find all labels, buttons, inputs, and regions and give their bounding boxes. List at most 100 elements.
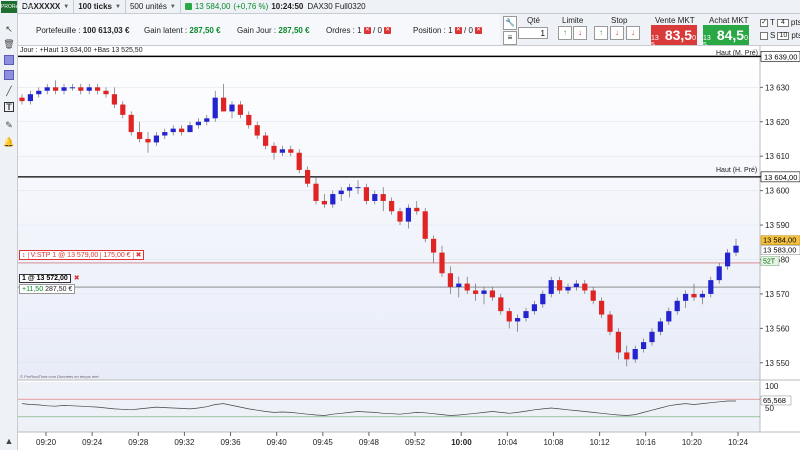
trash-icon[interactable]: 🗑 <box>3 39 14 49</box>
interval-selector[interactable]: 100 ticks ▼ <box>74 0 126 14</box>
limit-buy-icon[interactable]: ↑ <box>558 26 572 40</box>
stop-trail-icon[interactable]: ↓ <box>626 26 640 40</box>
option-t-checkbox[interactable]: ✓ <box>760 18 768 27</box>
candle-body <box>624 352 630 360</box>
candle-body <box>36 90 42 95</box>
stop-order-drag-icon[interactable]: ↕ <box>20 251 29 259</box>
osc-tick-label: 50 <box>765 404 774 413</box>
y-tick-label: 13 560 <box>765 324 790 333</box>
cancel-stop-icon[interactable]: ✖ <box>134 251 144 259</box>
candle-body <box>355 187 361 189</box>
candle-body <box>716 266 722 281</box>
candle-body <box>573 283 580 288</box>
candle-body <box>19 97 25 102</box>
close-position-icon[interactable]: ✕ <box>475 27 483 35</box>
candle-body <box>246 114 252 126</box>
candle-body <box>733 245 739 253</box>
candle-body <box>447 273 454 288</box>
stop-order-tag[interactable]: ↕ V:STP 1 @ 13 579,00 175,00 € ✖ <box>19 250 145 260</box>
candle-body <box>414 207 420 212</box>
fill-rectangle-icon[interactable] <box>4 70 14 80</box>
chevron-down-icon: ▼ <box>169 3 176 10</box>
option-s-value[interactable]: 10 <box>777 31 790 40</box>
candle-body <box>313 183 319 201</box>
limit-sell-icon[interactable]: ↓ <box>573 26 587 40</box>
cancel-orders-icon[interactable]: ✕ <box>363 27 371 35</box>
chart-background <box>18 46 760 380</box>
cancel-orders-icon[interactable]: ✕ <box>384 27 392 35</box>
candle-body <box>540 293 546 305</box>
stop-buy-icon[interactable]: ↑ <box>594 26 608 40</box>
day-range-title: Jour : +Haut 13 634,00 +Bas 13 525,50 <box>20 47 143 54</box>
candle-body <box>607 314 613 332</box>
cancel-limit-icon[interactable]: ✖ <box>71 274 83 282</box>
price-chart[interactable]: 13 639,00 13 604,00 13 630 13 620 13 610 13 … <box>18 46 800 450</box>
candle-body <box>204 118 210 122</box>
x-tick-label: 10:20 <box>682 438 703 447</box>
y-tick-label: 13 630 <box>765 83 790 92</box>
alert-bell-icon[interactable]: 🔔 <box>3 137 14 147</box>
quote-strip: 13 584,00 (+0,76 %) 10:24:50 DAX30 Full0… <box>181 0 370 14</box>
candle-body <box>220 97 227 112</box>
stop-label: Stop <box>611 16 628 25</box>
chevron-down-icon: ▼ <box>63 3 70 10</box>
candle-body <box>52 87 59 91</box>
scroll-up-icon[interactable]: ▲ <box>4 436 14 446</box>
stop-sell-icon[interactable]: ↓ <box>610 26 624 40</box>
osc-tick-label: 100 <box>765 382 779 391</box>
second-price-tag-text: 13 583,00 <box>763 246 796 255</box>
sell-market-button[interactable]: 13 5 83,5 0 <box>651 25 697 49</box>
candle-body <box>44 87 50 91</box>
orders-info[interactable]: Ordres : 1 ✕ / 0 ✕ <box>326 26 392 35</box>
units-selector[interactable]: 500 unités ▼ <box>126 0 181 14</box>
close-position-icon[interactable]: ✕ <box>454 27 462 35</box>
candle-body <box>254 125 260 136</box>
candle-body <box>481 290 487 294</box>
order-list-icon[interactable]: ≡ <box>503 31 517 45</box>
position-info[interactable]: Position : 1 ✕ / 0 ✕ <box>413 26 483 35</box>
stop-order-pnl: 175,00 € <box>101 251 134 259</box>
candle-body <box>86 87 92 91</box>
candle-body <box>430 238 437 253</box>
candle-body <box>262 135 269 146</box>
candle-body <box>271 145 277 153</box>
wrench-icon[interactable]: 🔧 <box>503 16 517 30</box>
candle-body <box>111 94 118 105</box>
y-tick-label: 13 590 <box>765 221 790 230</box>
rectangle-tool-icon[interactable] <box>4 55 14 65</box>
option-t-value[interactable]: 4 <box>776 18 789 27</box>
quantity-input[interactable] <box>518 27 548 39</box>
line-tool-icon[interactable]: ╱ <box>4 86 14 96</box>
x-tick-label: 10:08 <box>543 438 564 447</box>
candle-body <box>498 297 504 312</box>
candle-body <box>456 283 462 288</box>
limit-order-tag[interactable]: 1 @ 13 572,00 ✖ <box>19 273 83 283</box>
ruler-icon[interactable]: ✎ <box>4 120 14 130</box>
top-toolbar: DAXXXXX ▼ 100 ticks ▼ 500 unités ▼ 13 584,0… <box>0 0 800 14</box>
x-tick-label: 09:36 <box>221 438 242 447</box>
cursor-icon[interactable]: ↖ <box>4 24 14 34</box>
candle-body <box>649 331 655 343</box>
candle-body <box>338 190 344 195</box>
buy-mkt-label: Achat MKT <box>709 16 749 25</box>
y-tick-label: 13 550 <box>765 359 790 368</box>
candle-body <box>682 293 689 301</box>
position-pnl-eur: 287,50 € <box>45 285 73 293</box>
candle-body <box>187 125 193 133</box>
position-pnl-pts: +11,50 <box>22 285 44 293</box>
oscillator-background <box>18 382 760 432</box>
text-tool-icon[interactable]: T <box>4 102 14 112</box>
x-tick-label: 10:04 <box>497 438 518 447</box>
x-tick-label: 10:24 <box>728 438 749 447</box>
x-tick-label: 09:28 <box>128 438 149 447</box>
high-month-value-tag-text: 13 639,00 <box>764 52 797 61</box>
candle-body <box>699 293 706 298</box>
timer-tag-text: 52T <box>763 259 776 266</box>
price-change: (+0,76 %) <box>233 2 269 11</box>
latent-gain-value: 287,50 € <box>189 26 221 35</box>
candle-body <box>296 152 302 170</box>
candle-body <box>94 87 101 91</box>
option-s-checkbox[interactable] <box>760 31 768 40</box>
data-credit: © ProRealTime.com Données en temps réel <box>20 374 99 379</box>
buy-market-button[interactable]: 13 5 84,5 0 <box>703 25 749 49</box>
